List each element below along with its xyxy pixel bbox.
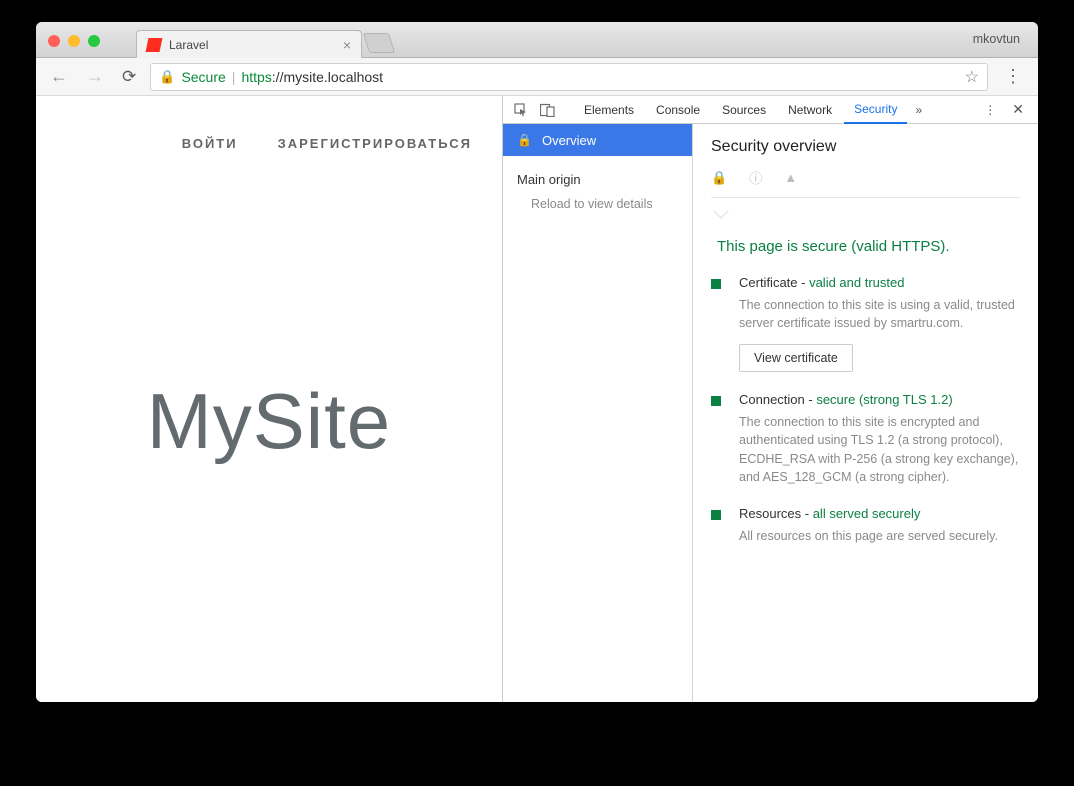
url-scheme: https xyxy=(241,69,271,85)
resources-description: All resources on this page are served se… xyxy=(739,527,1020,545)
nav-login-link[interactable]: ВОЙТИ xyxy=(182,136,238,151)
tab-console[interactable]: Console xyxy=(646,96,710,123)
security-headline: This page is secure (valid HTTPS). xyxy=(717,238,1020,255)
sidebar-reload-hint: Reload to view details xyxy=(503,193,692,211)
devtools-close-icon[interactable]: ✕ xyxy=(1004,101,1032,118)
info-icon: ⓘ xyxy=(749,168,762,187)
site-nav: ВОЙТИ ЗАРЕГИСТРИРОВАТЬСЯ xyxy=(36,136,502,151)
browser-toolbar: ← → ⟳ 🔒 Secure | https://mysite.localhos… xyxy=(36,58,1038,96)
separator: | xyxy=(232,69,236,85)
browser-tab[interactable]: Laravel × xyxy=(136,30,362,58)
secure-lock-icon: 🔒 xyxy=(711,170,727,186)
favicon-icon xyxy=(146,38,163,52)
content-area: ВОЙТИ ЗАРЕГИСТРИРОВАТЬСЯ MySite Elements… xyxy=(36,96,1038,702)
profile-name[interactable]: mkovtun xyxy=(973,32,1020,46)
device-toolbar-icon[interactable] xyxy=(535,103,560,117)
connection-heading: Connection - secure (strong TLS 1.2) xyxy=(739,392,1020,407)
sidebar-main-origin-heading: Main origin xyxy=(503,156,692,193)
forward-button[interactable]: → xyxy=(82,66,108,87)
view-certificate-button[interactable]: View certificate xyxy=(739,344,853,372)
nav-register-link[interactable]: ЗАРЕГИСТРИРОВАТЬСЯ xyxy=(278,136,472,151)
titlebar: Laravel × mkovtun xyxy=(36,22,1038,58)
tab-title: Laravel xyxy=(169,38,208,52)
site-brand: MySite xyxy=(36,376,502,467)
certificate-block: Certificate - valid and trusted The conn… xyxy=(711,275,1020,372)
reload-button[interactable]: ⟳ xyxy=(118,67,140,87)
url-rest: ://mysite.localhost xyxy=(272,69,383,85)
tab-security[interactable]: Security xyxy=(844,97,907,124)
security-sidebar: 🔒 Overview Main origin Reload to view de… xyxy=(503,124,693,702)
status-square-icon xyxy=(711,279,721,289)
divider xyxy=(711,197,1020,198)
warning-icon: ▲ xyxy=(784,170,797,185)
devtools-tabbar: Elements Console Sources Network Securit… xyxy=(503,96,1038,124)
status-square-icon xyxy=(711,396,721,406)
bookmark-star-icon[interactable]: ☆ xyxy=(965,67,979,87)
certificate-description: The connection to this site is using a v… xyxy=(739,296,1020,332)
status-icon-row: 🔒 ⓘ ▲ xyxy=(711,168,1020,187)
maximize-window-button[interactable] xyxy=(88,35,100,47)
security-overview-title: Security overview xyxy=(711,138,1020,156)
browser-window: Laravel × mkovtun ← → ⟳ 🔒 Secure | https… xyxy=(36,22,1038,702)
certificate-heading: Certificate - valid and trusted xyxy=(739,275,1020,290)
inspect-element-icon[interactable] xyxy=(509,103,533,117)
caret-indicator xyxy=(713,211,729,219)
minimize-window-button[interactable] xyxy=(68,35,80,47)
secure-chip: Secure xyxy=(181,69,225,85)
sidebar-item-overview[interactable]: 🔒 Overview xyxy=(503,124,692,156)
tab-network[interactable]: Network xyxy=(778,96,842,123)
browser-menu-icon[interactable]: ⋮ xyxy=(998,66,1028,87)
status-square-icon xyxy=(711,510,721,520)
close-window-button[interactable] xyxy=(48,35,60,47)
back-button[interactable]: ← xyxy=(46,66,72,87)
new-tab-button[interactable] xyxy=(363,33,395,53)
tabs-overflow-icon[interactable]: » xyxy=(909,103,928,117)
devtools-menu-icon[interactable]: ⋮ xyxy=(978,103,1002,117)
address-bar[interactable]: 🔒 Secure | https://mysite.localhost ☆ xyxy=(150,63,988,91)
overview-label: Overview xyxy=(542,133,596,148)
connection-block: Connection - secure (strong TLS 1.2) The… xyxy=(711,392,1020,486)
security-main: Security overview 🔒 ⓘ ▲ This page is sec… xyxy=(693,124,1038,702)
resources-heading: Resources - all served securely xyxy=(739,506,1020,521)
lock-icon: 🔒 xyxy=(159,69,175,85)
window-controls xyxy=(48,35,100,47)
connection-description: The connection to this site is encrypted… xyxy=(739,413,1020,486)
resources-block: Resources - all served securely All reso… xyxy=(711,506,1020,545)
webpage: ВОЙТИ ЗАРЕГИСТРИРОВАТЬСЯ MySite xyxy=(36,96,502,702)
tab-elements[interactable]: Elements xyxy=(574,96,644,123)
tab-close-icon[interactable]: × xyxy=(343,37,351,53)
devtools-panel: Elements Console Sources Network Securit… xyxy=(502,96,1038,702)
lock-icon: 🔒 xyxy=(517,133,532,147)
devtools-body: 🔒 Overview Main origin Reload to view de… xyxy=(503,124,1038,702)
tab-sources[interactable]: Sources xyxy=(712,96,776,123)
